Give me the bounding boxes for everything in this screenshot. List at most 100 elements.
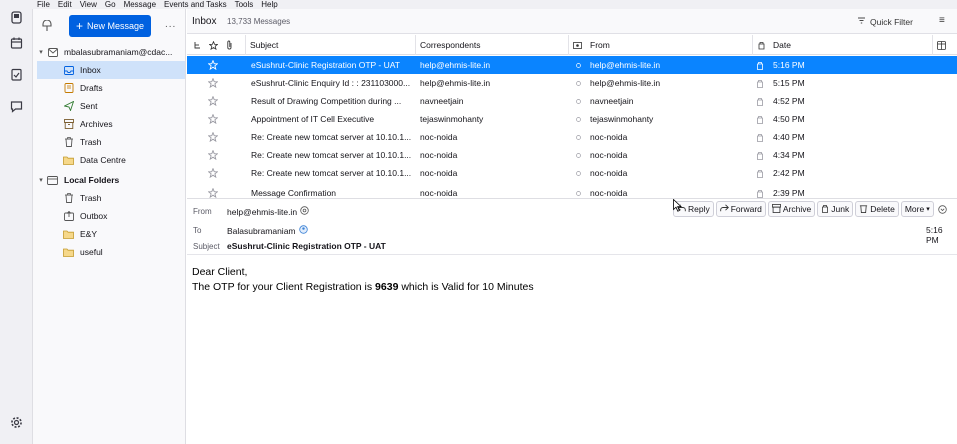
from-column-header[interactable]: From: [586, 35, 751, 55]
new-message-button[interactable]: + New Message: [69, 15, 151, 37]
chat-icon[interactable]: [8, 98, 25, 115]
local-folder-outbox[interactable]: Outbox: [33, 207, 185, 225]
attachment-column-icon[interactable]: [221, 35, 239, 55]
read-dot-icon[interactable]: [574, 164, 582, 182]
forward-button[interactable]: Forward: [715, 201, 766, 217]
folder-label: E&Y: [80, 229, 98, 239]
thread-column-icon[interactable]: [189, 35, 205, 55]
junk-flag-icon[interactable]: [754, 146, 766, 164]
folder-trash[interactable]: Trash: [33, 133, 185, 151]
chevron-down-icon[interactable]: ▾: [37, 176, 45, 184]
local-folder-ey[interactable]: E&Y: [33, 225, 185, 243]
star-icon[interactable]: [207, 92, 219, 110]
chevron-down-icon[interactable]: ▾: [37, 48, 45, 56]
folder-sent[interactable]: Sent: [33, 97, 185, 115]
row-subject: Re: Create new tomcat server at 10.10.1.…: [251, 150, 411, 160]
read-dot-icon[interactable]: [574, 56, 582, 74]
junk-flag-icon[interactable]: [754, 164, 766, 182]
expand-header-icon[interactable]: [936, 201, 949, 217]
star-icon[interactable]: [207, 164, 219, 182]
read-status-column-icon[interactable]: [568, 35, 585, 55]
account-row[interactable]: ▾ mbalasubramaniam@cdac...: [37, 43, 189, 61]
body-greeting: Dear Client,: [192, 266, 248, 278]
body-otp-prefix: The OTP for your Client Registration is: [192, 281, 376, 293]
star-icon[interactable]: [207, 184, 219, 198]
star-column-icon[interactable]: [205, 35, 219, 55]
star-icon[interactable]: [207, 74, 219, 92]
delete-button[interactable]: Delete: [855, 201, 899, 217]
junk-flag-icon[interactable]: [754, 74, 766, 92]
junk-flag-icon[interactable]: [754, 110, 766, 128]
menu-view[interactable]: View: [80, 0, 97, 9]
chevron-down-icon: ▾: [926, 206, 930, 213]
table-row[interactable]: Message Confirmation noc-noida noc-noida…: [187, 184, 957, 198]
date-column-header[interactable]: Date: [769, 35, 929, 55]
mail-icon[interactable]: [8, 9, 25, 26]
menu-message[interactable]: Message: [124, 0, 156, 9]
junk-button[interactable]: Junk: [817, 201, 854, 217]
folder-drafts[interactable]: Drafts: [33, 79, 185, 97]
menu-tools[interactable]: Tools: [235, 0, 254, 9]
junk-column-icon[interactable]: [752, 35, 769, 55]
table-row[interactable]: Re: Create new tomcat server at 10.10.1.…: [187, 128, 957, 146]
folder-label: Data Centre: [80, 155, 126, 165]
folder-label: Archives: [80, 119, 113, 129]
table-row[interactable]: Re: Create new tomcat server at 10.10.1.…: [187, 164, 957, 182]
gear-icon[interactable]: [8, 414, 25, 431]
junk-flag-icon[interactable]: [754, 128, 766, 146]
menu-edit[interactable]: Edit: [58, 0, 72, 9]
subject-column-header[interactable]: Subject: [245, 35, 405, 55]
menu-go[interactable]: Go: [105, 0, 116, 9]
local-folder-useful[interactable]: useful: [33, 243, 185, 261]
junk-flag-icon[interactable]: [754, 92, 766, 110]
star-icon[interactable]: [207, 146, 219, 164]
local-folder-trash[interactable]: Trash: [33, 189, 185, 207]
tasks-icon[interactable]: [8, 66, 25, 83]
junk-icon: [821, 204, 829, 215]
filter-icon: [857, 16, 866, 27]
folder-data-centre[interactable]: Data Centre: [33, 151, 185, 169]
read-dot-icon[interactable]: [574, 128, 582, 146]
read-dot-icon[interactable]: [574, 146, 582, 164]
hamburger-menu-icon[interactable]: ≡: [939, 15, 945, 26]
table-row[interactable]: eSushrut-Clinic Registration OTP - UAT h…: [187, 56, 957, 74]
menu-events-and-tasks[interactable]: Events and Tasks: [164, 0, 227, 9]
from-value[interactable]: help@ehmis-lite.in: [227, 206, 309, 217]
column-picker-icon[interactable]: [932, 35, 957, 55]
correspondents-column-header[interactable]: Correspondents: [415, 35, 567, 55]
read-dot-icon[interactable]: [574, 110, 582, 128]
junk-flag-icon[interactable]: [754, 56, 766, 74]
star-icon[interactable]: [207, 56, 219, 74]
address-book-icon[interactable]: [8, 35, 25, 52]
row-from: noc-noida: [590, 150, 628, 160]
table-row[interactable]: Result of Drawing Competition during ...…: [187, 92, 957, 110]
row-date: 2:39 PM: [773, 188, 805, 198]
read-dot-icon[interactable]: [574, 92, 582, 110]
row-date: 4:34 PM: [773, 150, 805, 160]
folder-label: Inbox: [80, 65, 101, 75]
archive-button[interactable]: Archive: [767, 201, 816, 217]
folder-pane-more-button[interactable]: ...: [165, 19, 176, 30]
local-folders-row[interactable]: ▾ Local Folders: [37, 171, 189, 189]
menu-help[interactable]: Help: [261, 0, 277, 9]
table-row[interactable]: eSushrut-Clinic Enquiry Id : : 231103000…: [187, 74, 957, 92]
to-value[interactable]: Balasubramaniam: [227, 225, 308, 236]
quick-filter-button[interactable]: Quick Filter: [857, 16, 913, 27]
menu-file[interactable]: File: [37, 0, 50, 9]
archive-label: Archive: [782, 204, 812, 214]
row-subject: Re: Create new tomcat server at 10.10.1.…: [251, 132, 411, 142]
junk-flag-icon[interactable]: [754, 184, 766, 198]
folder-inbox[interactable]: Inbox: [37, 61, 185, 79]
read-dot-icon[interactable]: [574, 184, 582, 198]
row-correspondent: help@ehmis-lite.in: [420, 60, 491, 70]
message-header: From help@ehmis-lite.in To Balasubramani…: [187, 199, 957, 254]
table-row[interactable]: Re: Create new tomcat server at 10.10.1.…: [187, 146, 957, 164]
table-row[interactable]: Appointment of IT Cell Executive tejaswi…: [187, 110, 957, 128]
read-dot-icon[interactable]: [574, 74, 582, 92]
more-button[interactable]: More ▾: [900, 201, 934, 217]
folder-archives[interactable]: Archives: [33, 115, 185, 133]
star-icon[interactable]: [207, 128, 219, 146]
star-icon[interactable]: [207, 110, 219, 128]
get-messages-icon[interactable]: [41, 19, 53, 34]
subject-column-label: Subject: [250, 40, 279, 50]
